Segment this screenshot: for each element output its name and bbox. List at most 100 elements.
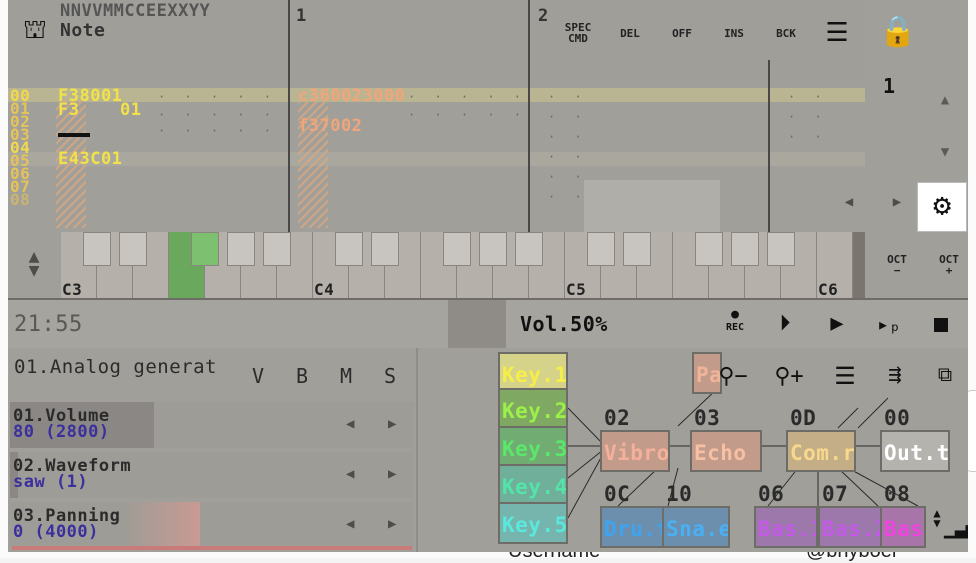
empty-cells: · · · · · [408,108,528,122]
col-m[interactable]: M [340,364,353,388]
play-pattern-icon[interactable]: ⏵ [772,312,798,336]
node-key-2[interactable]: Key.2 [498,388,568,430]
black-key[interactable] [443,232,471,266]
black-key[interactable] [695,232,723,266]
octave-label: C5 [566,280,587,299]
ins-button[interactable]: INS [718,28,750,39]
oct-plus-button[interactable]: OCT + [929,254,968,276]
scroll-down-icon[interactable]: ▼ [935,144,955,160]
node-key-5[interactable]: Key.5 [498,502,568,544]
node-drum[interactable]: Dru.t [600,506,664,548]
arrow-left-icon[interactable]: ◀ [839,194,859,210]
node-snare[interactable]: Sna.e [662,506,730,548]
scroll-up-icon[interactable]: ▲ [935,92,955,108]
track-separator [288,0,290,232]
col-v[interactable]: V [252,364,265,388]
decrement-icon[interactable]: ◀ [346,516,354,532]
node-com-r[interactable]: Com.r [786,430,856,472]
piano-keyboard[interactable] [61,232,865,298]
param-value: saw (1) [13,472,89,492]
increment-icon[interactable]: ▶ [388,516,396,532]
lock-keyhole-icon[interactable]: ⛫ [20,14,50,46]
sort-icon[interactable]: ⇶ [880,362,910,387]
col-b[interactable]: B [296,364,309,388]
col-s[interactable]: S [384,364,397,388]
black-key[interactable] [479,232,507,266]
spec-cmd-button[interactable]: SPEC CMD [560,22,596,44]
bar-chart-icon[interactable]: ▁▃▅ [944,518,968,539]
black-key[interactable] [731,232,759,266]
zoom-in-icon[interactable]: ⚲+ [774,364,804,389]
node-id: 0D [790,406,817,430]
black-key[interactable] [191,232,219,266]
node-id: 02 [604,406,631,430]
note-cell[interactable]: c360023000 [298,88,405,105]
increment-icon[interactable]: ▶ [388,466,396,482]
play-icon[interactable]: ▶ [824,312,850,336]
right-panel: 🔒 1 ▲ ▼ ◀ ▶ ⚙ OCT − OCT + [845,0,968,298]
param-row[interactable]: 02.Waveform saw (1) ◀ ▶ [10,452,414,498]
del-button[interactable]: DEL [614,28,646,39]
empty-cells: · · [788,110,828,124]
padlock-icon[interactable]: 🔒 [879,14,916,50]
list-icon[interactable]: ☰ [832,362,858,390]
instrument-panel: 01.Analog generat V B M S 01.Volume 80 (… [8,348,416,552]
increment-icon[interactable]: ▶ [388,416,396,432]
black-key[interactable] [335,232,363,266]
off-button[interactable]: OFF [666,28,698,39]
black-key[interactable] [767,232,795,266]
volume-display[interactable]: Vol.50% [520,312,608,336]
track-2-label: 2 [538,6,549,26]
black-key[interactable] [587,232,615,266]
bck-button[interactable]: BCK [770,28,802,39]
node-id: 00 [884,406,911,430]
black-key[interactable] [227,232,255,266]
instrument-name[interactable]: 01.Analog generat [14,356,217,378]
chip-icon: ⚙ [932,188,952,223]
node-echo[interactable]: Echo [690,430,762,472]
black-key[interactable] [119,232,147,266]
row-highlight-04 [8,152,865,166]
note-cell[interactable]: f37002 [298,118,362,135]
record-button[interactable]: ● REC [720,308,750,334]
menu-icon[interactable]: ☰ [824,18,850,48]
note-cell[interactable]: F3 [58,102,79,119]
param-row[interactable]: 01.Volume 80 (2800) ◀ ▶ [10,402,414,448]
black-key[interactable] [623,232,651,266]
black-key[interactable] [83,232,111,266]
node-bass-2[interactable]: Bas.2 [818,506,882,548]
note-cell[interactable]: E43C01 [58,151,122,168]
node-id: 10 [666,482,693,506]
black-key[interactable] [371,232,399,266]
record-icon: ● [731,307,739,322]
column-name: Note [60,20,106,41]
node-bass-1[interactable]: Bas.1 [754,506,818,548]
oct-minus-button[interactable]: OCT − [877,254,917,276]
keyboard-scroll[interactable]: ▲ ▼ [8,232,61,298]
param-value: 0 (4000) [13,522,99,542]
empty-cells: · · · · · [158,124,278,138]
black-key[interactable] [263,232,291,266]
arrow-right-icon[interactable]: ▶ [887,194,907,210]
param-row[interactable]: 03.Panning 0 (4000) ◀ ▶ [10,502,414,548]
stop-icon [934,318,948,332]
node-vibro[interactable]: Vibro [600,430,670,472]
module-graph[interactable]: Key.1 Key.2 Key.3 Key.4 Key.5 Pa 02 Vibr… [418,348,968,552]
decrement-icon[interactable]: ◀ [346,466,354,482]
zoom-out-icon[interactable]: ⚲− [718,364,748,389]
node-bass-3[interactable]: Bas [880,506,926,548]
link-icon[interactable]: ⧉ [930,362,960,386]
empty-cells: · · [548,90,588,104]
stop-button[interactable] [930,314,952,336]
node-key-4[interactable]: Key.4 [498,464,568,506]
note-cell[interactable]: 01 [120,102,141,119]
pattern-editor[interactable]: ⛫ NNVVMMCCEEXXYY Note 1 2 SPEC CMD DEL O… [8,0,865,232]
chip-button[interactable]: ⚙ [917,182,967,232]
node-key-3[interactable]: Key.3 [498,426,568,468]
decrement-icon[interactable]: ◀ [346,416,354,432]
play-from-position-icon[interactable]: ▸ₚ [876,312,902,336]
node-out-t[interactable]: Out.t [880,430,950,472]
overlay-box [584,180,720,232]
empty-cells: · · [788,130,828,144]
black-key[interactable] [515,232,543,266]
